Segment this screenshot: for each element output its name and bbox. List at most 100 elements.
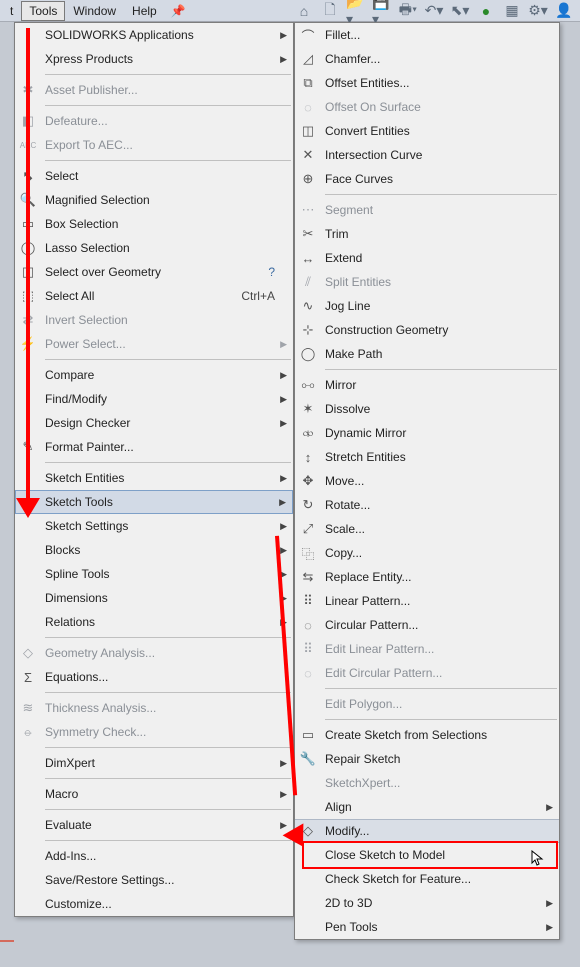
- repair-icon: 🔧: [300, 751, 316, 767]
- tools-item-dimxpert[interactable]: DimXpert▶: [15, 751, 293, 775]
- flyout-arrow-icon: ▶: [279, 497, 286, 508]
- sketchtools-item-copy[interactable]: ⿻ Copy...: [295, 541, 559, 565]
- menu-item-label: Mirror: [321, 378, 559, 392]
- menu-item-t[interactable]: t: [2, 1, 21, 21]
- print-icon[interactable]: 🖶▾: [398, 1, 418, 21]
- tools-item-add-ins[interactable]: Add-Ins...: [15, 844, 293, 868]
- menu-item-label: Sketch Tools: [42, 495, 292, 509]
- copy-icon: ⿻: [300, 545, 316, 561]
- sketchtools-item-fillet[interactable]: ⌒Fillet...: [295, 23, 559, 47]
- selectall-icon: ⬚: [20, 288, 36, 304]
- sketchtools-item-construction-geometry[interactable]: ⊹Construction Geometry: [295, 318, 559, 342]
- settings-icon[interactable]: ⚙▾: [528, 1, 548, 21]
- home-icon[interactable]: ⌂: [294, 1, 314, 21]
- pin-icon[interactable]: 📌: [171, 4, 186, 18]
- tools-item-magnified-selection[interactable]: 🔍Magnified Selection: [15, 188, 293, 212]
- menu-item-label: Face Curves: [321, 172, 559, 186]
- tools-item-relations[interactable]: Relations▶: [15, 610, 293, 634]
- sketchtools-item-scale[interactable]: ⤢Scale...: [295, 517, 559, 541]
- sketchtools-item-modify[interactable]: ◇Modify...: [295, 819, 559, 843]
- tools-item-format-painter[interactable]: ✎Format Painter...: [15, 435, 293, 459]
- menu-item-window[interactable]: Window: [65, 1, 124, 21]
- tools-item-save-restore-settings[interactable]: Save/Restore Settings...: [15, 868, 293, 892]
- facecurves-icon: ⊕: [300, 171, 316, 187]
- sketchtools-item-stretch-entities[interactable]: ↕Stretch Entities: [295, 445, 559, 469]
- menu-item-label: Copy...: [321, 546, 559, 560]
- select-icon[interactable]: ⬉▾: [450, 1, 470, 21]
- tools-item-dimensions[interactable]: Dimensions▶: [15, 586, 293, 610]
- split-icon: ⫽: [300, 274, 316, 290]
- tools-item-sketch-tools[interactable]: Sketch Tools▶: [15, 490, 293, 514]
- menu-item-label: Invert Selection: [41, 313, 293, 327]
- sketchtools-item-replace-entity[interactable]: ⇆Replace Entity...: [295, 565, 559, 589]
- tools-item-compare[interactable]: Compare▶: [15, 363, 293, 387]
- menu-item-label: Blocks: [41, 543, 293, 557]
- menu-item-label: Compare: [41, 368, 293, 382]
- tools-item-blocks[interactable]: Blocks▶: [15, 538, 293, 562]
- tools-item-evaluate[interactable]: Evaluate▶: [15, 813, 293, 837]
- rebuild-icon[interactable]: ●: [476, 1, 496, 21]
- tools-item-equations[interactable]: ΣEquations...: [15, 665, 293, 689]
- sketchtools-item-extend[interactable]: ↔Extend: [295, 246, 559, 270]
- tools-item-sketch-entities[interactable]: Sketch Entities▶: [15, 466, 293, 490]
- menu-item-help[interactable]: Help: [124, 1, 165, 21]
- sketchtools-item-align[interactable]: Align▶: [295, 795, 559, 819]
- tools-item-customize[interactable]: Customize...: [15, 892, 293, 916]
- sketchtools-item-jog-line[interactable]: ∿Jog Line: [295, 294, 559, 318]
- flyout-arrow-icon: ▶: [280, 418, 287, 429]
- tools-item-design-checker[interactable]: Design Checker▶: [15, 411, 293, 435]
- menu-item-tools[interactable]: Tools: [21, 1, 65, 21]
- tools-item-macro[interactable]: Macro▶: [15, 782, 293, 806]
- sketchtools-item-create-sketch-from-selections[interactable]: ▭Create Sketch from Selections: [295, 723, 559, 747]
- sketchtools-item-move[interactable]: ✥Move...: [295, 469, 559, 493]
- options-icon[interactable]: ▦: [502, 1, 522, 21]
- tools-item-box-selection[interactable]: ▭Box Selection: [15, 212, 293, 236]
- menu-item-label: Asset Publisher...: [41, 83, 293, 97]
- sketchtools-item-repair-sketch[interactable]: 🔧Repair Sketch: [295, 747, 559, 771]
- menu-item-label: Dissolve: [321, 402, 559, 416]
- sketchtools-item-rotate[interactable]: ↻Rotate...: [295, 493, 559, 517]
- createsel-icon: ▭: [300, 727, 316, 743]
- sketchtools-item-2d-to-3d[interactable]: 2D to 3D▶: [295, 891, 559, 915]
- sketchtools-item-close-sketch-to-model[interactable]: Close Sketch to Model: [295, 843, 559, 867]
- sketchtools-item-linear-pattern[interactable]: ⠿Linear Pattern...: [295, 589, 559, 613]
- sketchtools-item-sketchxpert: SketchXpert...: [295, 771, 559, 795]
- sigma-icon: Σ: [20, 669, 36, 685]
- sketchtools-item-chamfer[interactable]: ◿Chamfer...: [295, 47, 559, 71]
- sketchtools-item-mirror[interactable]: ⧟Mirror: [295, 373, 559, 397]
- save-icon[interactable]: 💾▾: [372, 1, 392, 21]
- sketchtools-item-check-sketch-for-feature[interactable]: Check Sketch for Feature...: [295, 867, 559, 891]
- tools-item-select[interactable]: ⬉Select: [15, 164, 293, 188]
- new-icon[interactable]: 🗋: [320, 1, 340, 21]
- menu-item-label: Lasso Selection: [41, 241, 293, 255]
- tools-item-find-modify[interactable]: Find/Modify▶: [15, 387, 293, 411]
- sketchtools-item-circular-pattern[interactable]: ◌Circular Pattern...: [295, 613, 559, 637]
- sketchtools-item-trim[interactable]: ✂Trim: [295, 222, 559, 246]
- menu-item-label: Trim: [321, 227, 559, 241]
- tools-item-solidworks-applications[interactable]: SOLIDWORKS Applications▶: [15, 23, 293, 47]
- side-background: [0, 22, 14, 967]
- help-icon[interactable]: ?: [268, 265, 293, 279]
- tools-item-lasso-selection[interactable]: ◯Lasso Selection: [15, 236, 293, 260]
- sketchtools-item-dynamic-mirror[interactable]: ⧞Dynamic Mirror: [295, 421, 559, 445]
- sketchtools-item-face-curves[interactable]: ⊕ Face Curves: [295, 167, 559, 191]
- open-icon[interactable]: 📂▾: [346, 1, 366, 21]
- tools-item-select-over-geometry[interactable]: ◫Select over Geometry?: [15, 260, 293, 284]
- sketchtools-item-make-path[interactable]: ◯Make Path: [295, 342, 559, 366]
- sketchtools-item-intersection-curve[interactable]: ✕Intersection Curve: [295, 143, 559, 167]
- tools-item-xpress-products[interactable]: Xpress Products▶: [15, 47, 293, 71]
- sketchtools-item-dissolve[interactable]: ✶Dissolve: [295, 397, 559, 421]
- menu-item-label: Symmetry Check...: [41, 725, 293, 739]
- sketchtools-item-convert-entities[interactable]: ◫Convert Entities: [295, 119, 559, 143]
- sketchtools-item-offset-entities[interactable]: ⧉Offset Entities...: [295, 71, 559, 95]
- tools-item-select-all[interactable]: ⬚Select AllCtrl+A: [15, 284, 293, 308]
- undo-icon[interactable]: ↶▾: [424, 1, 444, 21]
- tools-menu: SOLIDWORKS Applications▶Xpress Products▶…: [14, 22, 294, 917]
- flyout-arrow-icon: ▶: [280, 593, 287, 604]
- tools-item-spline-tools[interactable]: Spline Tools▶: [15, 562, 293, 586]
- user-icon[interactable]: 👤: [554, 1, 574, 21]
- sketchtools-item-pen-tools[interactable]: Pen Tools▶: [295, 915, 559, 939]
- menu-item-label: Defeature...: [41, 114, 293, 128]
- tools-item-geometry-analysis: ◇Geometry Analysis...: [15, 641, 293, 665]
- tools-item-sketch-settings[interactable]: Sketch Settings▶: [15, 514, 293, 538]
